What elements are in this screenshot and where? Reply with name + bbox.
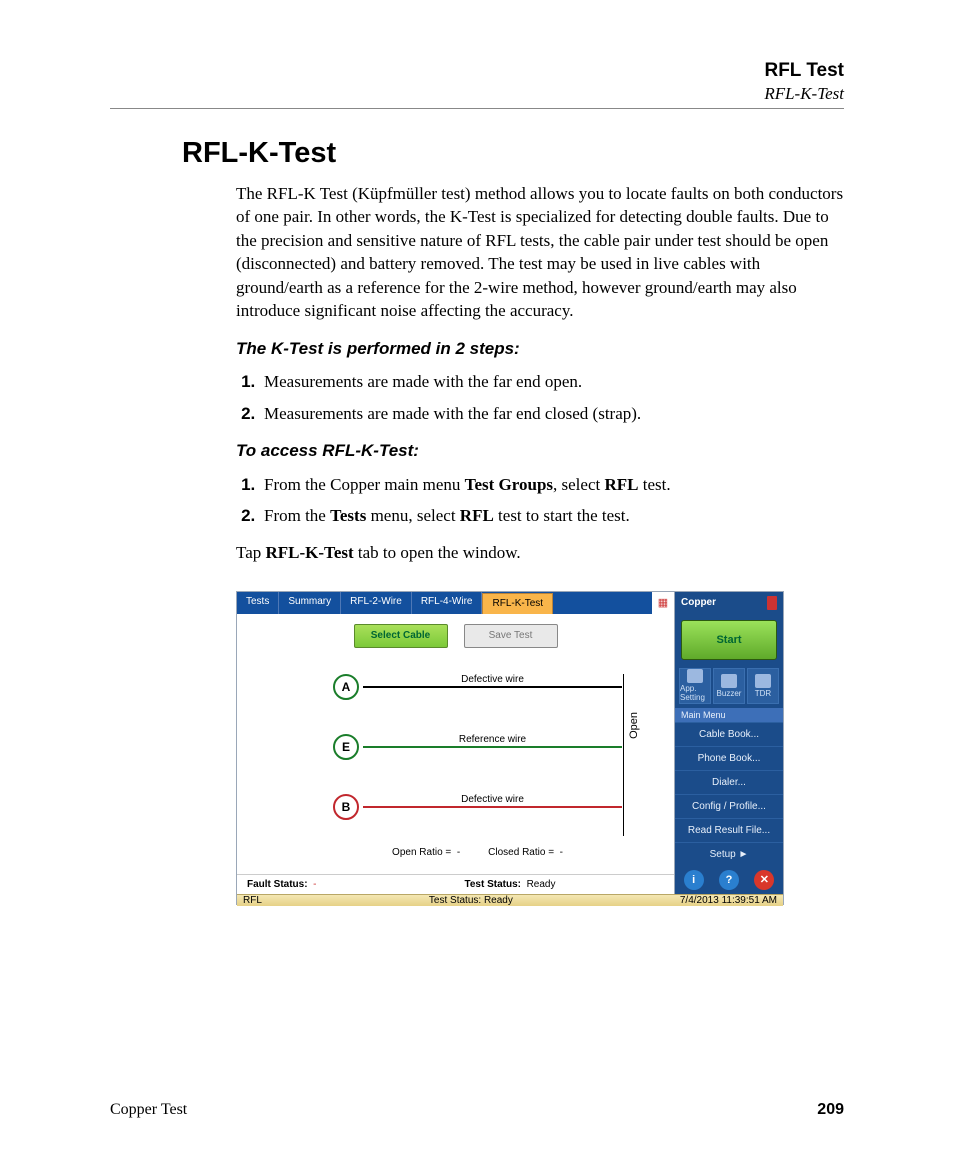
speaker-icon <box>721 674 737 688</box>
step-item: Measurements are made with the far end o… <box>260 370 844 393</box>
page-footer: Copper Test 209 <box>110 1071 844 1119</box>
wave-icon <box>755 674 771 688</box>
save-test-button[interactable]: Save Test <box>464 624 558 648</box>
status-timestamp: 7/4/2013 11:39:51 AM <box>680 895 777 906</box>
footer-left: Copper Test <box>110 1101 187 1119</box>
tab-tests[interactable]: Tests <box>237 592 279 614</box>
node-b: B <box>333 794 359 820</box>
tab-rfl-k-test[interactable]: RFL-K-Test <box>482 593 553 614</box>
intro-paragraph: The RFL-K Test (Küpfmüller test) method … <box>236 182 844 323</box>
status-mid: Test Status: Ready <box>268 895 674 906</box>
page-title: RFL-K-Test <box>182 137 844 170</box>
sidebar-item-cable-book[interactable]: Cable Book... <box>675 722 783 746</box>
info-icon[interactable]: i <box>684 870 704 890</box>
sidebar-title: Copper <box>681 597 716 608</box>
sidebar-icon-tdr[interactable]: TDR <box>747 668 779 704</box>
app-status-bar: RFL Test Status: Ready 7/4/2013 11:39:51… <box>237 894 783 906</box>
sidebar-item-config-profile[interactable]: Config / Profile... <box>675 794 783 818</box>
open-ratio-value: - <box>457 847 460 858</box>
close-icon[interactable]: ✕ <box>754 870 774 890</box>
far-end-line <box>623 674 624 836</box>
app-screenshot: Tests Summary RFL-2-Wire RFL-4-Wire RFL-… <box>236 591 784 905</box>
sidebar-item-dialer[interactable]: Dialer... <box>675 770 783 794</box>
test-status-value: Ready <box>527 879 556 890</box>
tab-bar: Tests Summary RFL-2-Wire RFL-4-Wire RFL-… <box>237 592 674 614</box>
sidebar-item-phone-book[interactable]: Phone Book... <box>675 746 783 770</box>
status-left: RFL <box>243 895 262 906</box>
step-item: From the Tests menu, select RFL test to … <box>260 504 844 527</box>
sidebar-icon-app-setting[interactable]: App. Setting <box>679 668 711 704</box>
start-button[interactable]: Start <box>681 620 777 660</box>
indicator-icon <box>767 596 777 610</box>
page-header: RFL Test RFL-K-Test <box>110 60 844 109</box>
wire-e-label: Reference wire <box>453 734 532 745</box>
open-label: Open <box>628 712 640 739</box>
sidebar-item-setup[interactable]: Setup ► <box>675 842 783 866</box>
page-number: 209 <box>817 1101 844 1119</box>
sidebar-icon-buzzer[interactable]: Buzzer <box>713 668 745 704</box>
help-icon[interactable]: ? <box>719 870 739 890</box>
gear-icon <box>687 669 703 683</box>
subheading-steps: The K-Test is performed in 2 steps: <box>236 337 844 360</box>
tab-rfl-4-wire[interactable]: RFL-4-Wire <box>412 592 483 614</box>
chapter-title: RFL Test <box>110 60 844 82</box>
sidebar: Copper Start App. Setting Buzzer TDR Mai… <box>675 592 783 894</box>
grid-icon[interactable]: ▦ <box>652 592 674 614</box>
main-menu-label: Main Menu <box>675 708 783 722</box>
closed-ratio-value: - <box>560 847 563 858</box>
test-status-label: Test Status: <box>465 879 522 890</box>
step-item: Measurements are made with the far end c… <box>260 402 844 425</box>
section-title: RFL-K-Test <box>110 84 844 104</box>
fault-status-label: Fault Status: <box>247 879 308 890</box>
closed-ratio-label: Closed Ratio = <box>488 847 554 858</box>
fault-status-value: - <box>313 879 316 890</box>
wire-b-label: Defective wire <box>455 794 530 805</box>
tab-summary[interactable]: Summary <box>279 592 341 614</box>
tab-rfl-2-wire[interactable]: RFL-2-Wire <box>341 592 412 614</box>
node-a: A <box>333 674 359 700</box>
wire-diagram: A Defective wire E Reference wire B Defe… <box>237 656 674 874</box>
tap-line: Tap RFL-K-Test tab to open the window. <box>236 541 844 564</box>
step-item: From the Copper main menu Test Groups, s… <box>260 473 844 496</box>
subheading-access: To access RFL-K-Test: <box>236 439 844 462</box>
open-ratio-label: Open Ratio = <box>392 847 451 858</box>
select-cable-button[interactable]: Select Cable <box>354 624 448 648</box>
node-e: E <box>333 734 359 760</box>
sidebar-item-read-result[interactable]: Read Result File... <box>675 818 783 842</box>
wire-a-label: Defective wire <box>455 674 530 685</box>
